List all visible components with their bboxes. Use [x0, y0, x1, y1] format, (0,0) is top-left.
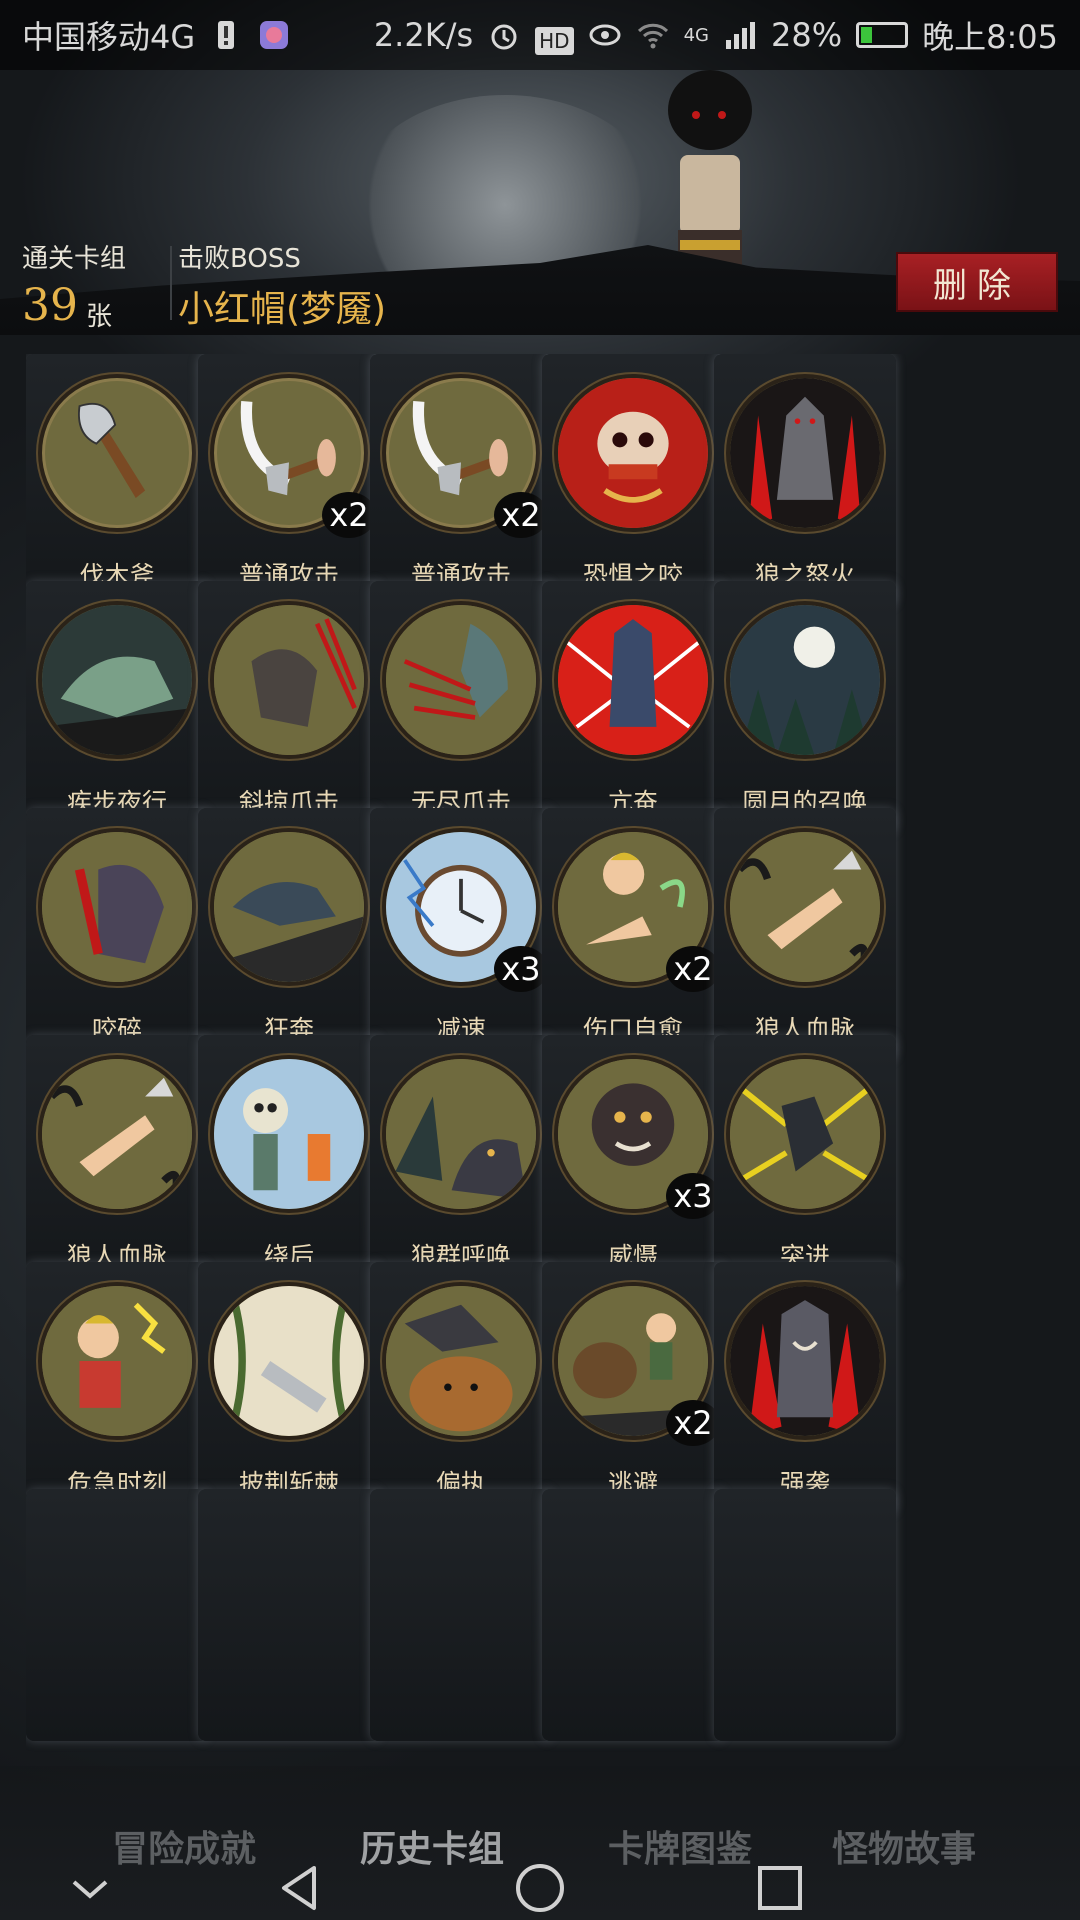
hd-icon: HD — [535, 18, 574, 55]
card-tile-partial[interactable] — [370, 1489, 552, 1741]
card-tile-partial[interactable] — [714, 1489, 896, 1741]
home-circle-icon[interactable] — [510, 1858, 570, 1918]
card-tile[interactable]: 危急时刻 — [26, 1262, 208, 1514]
card-tile[interactable]: 偏执 — [370, 1262, 552, 1514]
card-tile[interactable]: 绕后 — [198, 1035, 380, 1287]
card-multiplier-badge: x2 — [494, 492, 548, 538]
wifi-icon — [636, 18, 670, 52]
werewolf-roar-icon — [726, 1282, 884, 1440]
wolf-rage-icon — [726, 374, 884, 532]
sim-alert-icon — [209, 18, 243, 52]
card-tile[interactable]: 伤口自愈 x2 — [542, 808, 724, 1060]
thorn-axe-icon — [210, 1282, 368, 1440]
dash-wolf-icon — [726, 1055, 884, 1213]
card-tile[interactable]: 无尽爪击 — [370, 581, 552, 833]
skeleton-icon — [210, 1055, 368, 1213]
card-tile[interactable]: 狼之怒火 — [714, 354, 896, 606]
bottom-bar: 冒险成就 历史卡组 卡牌图鉴 怪物故事 — [0, 1766, 1080, 1920]
signal-icon — [723, 18, 757, 52]
status-bar: 中国移动4G 2.2K/s HD 4G 28% 晚上8:05 — [0, 0, 1080, 70]
card-tile-partial[interactable] — [198, 1489, 380, 1741]
card-multiplier-badge: x2 — [666, 946, 720, 992]
collapse-chevron-icon[interactable] — [60, 1858, 120, 1918]
card-multiplier-badge: x2 — [322, 492, 376, 538]
card-tile[interactable]: 恐惧之咬 — [542, 354, 724, 606]
werewolf-hand-icon — [726, 828, 884, 986]
crush-bite-icon — [38, 828, 196, 986]
skull-bite-icon — [554, 374, 712, 532]
werewolf-hand-icon — [38, 1055, 196, 1213]
battery-percent: 28% — [771, 16, 843, 54]
card-tile[interactable]: 突进 — [714, 1035, 896, 1287]
wolf-sprint-icon — [210, 828, 368, 986]
card-tile[interactable]: 狼人血脉 — [26, 1035, 208, 1287]
card-multiplier-badge: x3 — [494, 946, 548, 992]
card-tile[interactable]: 威慑 x3 — [542, 1035, 724, 1287]
full-moon-icon — [726, 601, 884, 759]
card-tile[interactable]: 疾步夜行 — [26, 581, 208, 833]
endless-claw-icon — [382, 601, 540, 759]
clock: 晚上8:05 — [922, 18, 1058, 56]
summary-divider — [170, 246, 172, 320]
boss-name: 小红帽(梦魇) — [178, 289, 387, 330]
howl-pack-icon — [382, 1055, 540, 1213]
card-multiplier-badge: x3 — [666, 1173, 720, 1219]
wolf-bear-icon — [382, 1282, 540, 1440]
card-tile[interactable]: 减速 x3 — [370, 808, 552, 1060]
carrier-text: 中国移动4G — [22, 18, 196, 56]
network-type: 4G — [683, 24, 709, 46]
card-tile[interactable]: 斜掠爪击 — [198, 581, 380, 833]
card-tile[interactable]: 普通攻击 x2 — [198, 354, 380, 606]
card-multiplier-badge: x2 — [666, 1400, 720, 1446]
axe-icon — [38, 374, 196, 532]
app-notification-icon — [257, 18, 291, 52]
card-tile[interactable]: 披荆斩棘 — [198, 1262, 380, 1514]
network-speed: 2.2K/s — [373, 16, 474, 54]
card-tile-partial[interactable] — [26, 1489, 208, 1741]
card-tile[interactable]: 伐木斧 — [26, 354, 208, 606]
back-triangle-icon[interactable] — [270, 1858, 330, 1918]
card-tile[interactable]: 亢奋 — [542, 581, 724, 833]
eye-icon — [588, 18, 622, 52]
claw-slash-icon — [210, 601, 368, 759]
crisis-icon — [38, 1282, 196, 1440]
night-run-icon — [38, 601, 196, 759]
delete-button[interactable]: 删除 — [896, 252, 1058, 312]
card-grid: 伐木斧 普通攻击 x2 普通攻击 x2 恐惧之咬 狼之怒火 疾步夜行 斜掠爪击 无尽爪击 亢奋 圆月的… — [26, 354, 1056, 1766]
boss-label: 击败BOSS — [178, 244, 301, 274]
battery-icon — [856, 22, 909, 48]
card-tile[interactable]: 强袭 — [714, 1262, 896, 1514]
card-tile[interactable]: 狂奔 — [198, 808, 380, 1060]
card-tile-partial[interactable] — [542, 1489, 724, 1741]
frenzy-wolf-icon — [554, 601, 712, 759]
system-nav-bar — [0, 1858, 1080, 1920]
deck-summary: 通关卡组 39 张 击败BOSS 小红帽(梦魇) 删除 — [22, 238, 1058, 338]
alarm-icon — [487, 18, 521, 52]
card-tile[interactable]: 普通攻击 x2 — [370, 354, 552, 606]
card-tile[interactable]: 圆月的召唤 — [714, 581, 896, 833]
card-count-unit: 张 — [86, 302, 113, 332]
recents-square-icon[interactable] — [750, 1858, 810, 1918]
card-tile[interactable]: 咬碎 — [26, 808, 208, 1060]
card-tile[interactable]: 逃避 x2 — [542, 1262, 724, 1514]
card-count: 39 — [22, 280, 78, 331]
cleared-deck-label: 通关卡组 — [22, 244, 127, 274]
card-tile[interactable]: 狼群呼唤 — [370, 1035, 552, 1287]
card-tile[interactable]: 狼人血脉 — [714, 808, 896, 1060]
